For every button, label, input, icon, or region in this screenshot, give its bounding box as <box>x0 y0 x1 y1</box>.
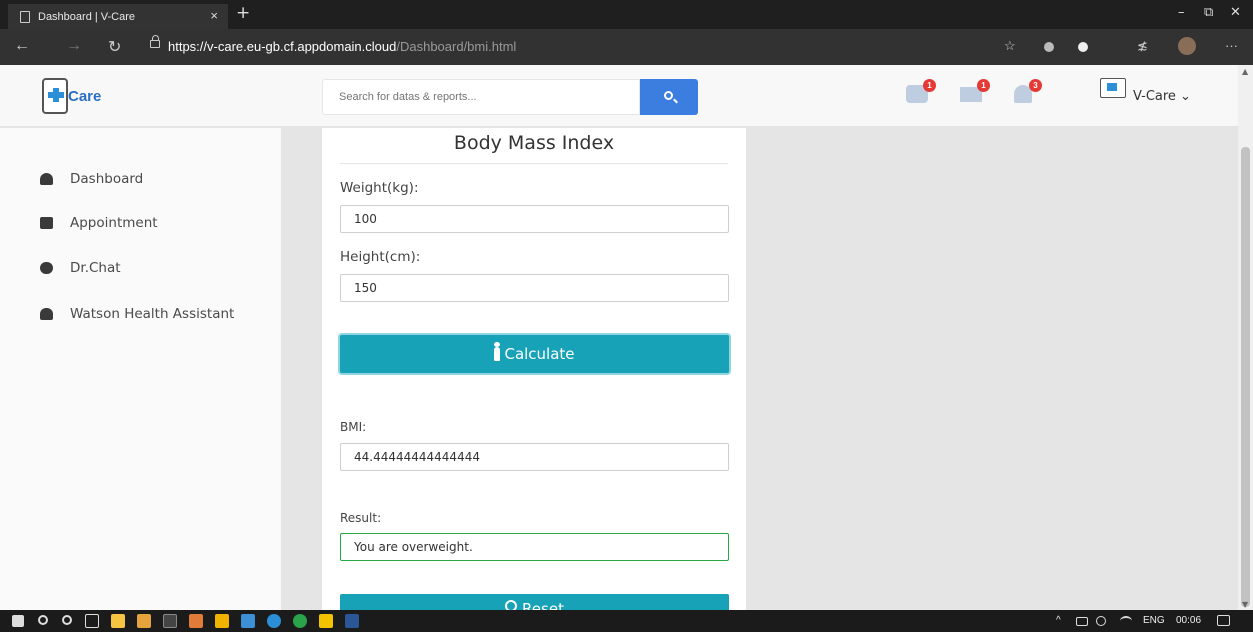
person-icon <box>494 342 501 361</box>
battery-icon[interactable] <box>1076 617 1088 626</box>
page-scrollbar[interactable]: ▲ ▼ <box>1238 65 1253 610</box>
scrollbar-thumb[interactable] <box>1241 147 1250 607</box>
logo-text: Care <box>68 88 102 105</box>
url-path: /Dashboard/bmi.html <box>396 39 517 54</box>
lock-icon <box>150 35 160 48</box>
sidebar: Dashboard Appointment Dr.Chat Watson Hea… <box>0 128 281 610</box>
bmi-output[interactable]: 44.44444444444444 <box>340 443 729 471</box>
minimize-button[interactable]: – <box>1178 5 1185 20</box>
extension-icon[interactable] <box>1044 42 1054 52</box>
browser-tab[interactable]: Dashboard | V-Care × <box>8 4 228 29</box>
bmi-card: Body Mass Index Weight(kg): 100 Height(c… <box>322 128 746 624</box>
cmd-icon[interactable] <box>163 614 177 628</box>
vcare-logo[interactable]: Care <box>40 75 130 120</box>
bmi-label: BMI: <box>340 420 367 434</box>
height-label: Height(cm): <box>340 249 421 265</box>
user-icon <box>40 308 53 320</box>
back-button[interactable]: ← <box>14 37 30 55</box>
app-header: Care 1 1 3 V-Care ⌄ <box>0 65 1238 127</box>
url-field[interactable]: https://v-care.eu-gb.cf.appdomain.cloud/… <box>168 39 516 54</box>
medical-cross-icon <box>48 88 64 102</box>
edge-icon[interactable] <box>267 614 281 628</box>
search-icon <box>664 91 673 100</box>
sidebar-item-label: Watson Health Assistant <box>70 306 235 322</box>
sidebar-item-label: Dr.Chat <box>70 260 121 276</box>
more-menu-icon[interactable]: ··· <box>1225 38 1238 53</box>
word-icon[interactable] <box>345 614 359 628</box>
task-view-icon[interactable] <box>85 614 99 628</box>
sidebar-item-appointment[interactable]: Appointment <box>40 213 158 233</box>
result-label: Result: <box>340 511 382 525</box>
url-host: https://v-care.eu-gb.cf.appdomain.cloud <box>168 39 397 54</box>
sidebar-item-label: Appointment <box>70 215 158 231</box>
calculate-label: Calculate <box>504 345 575 363</box>
browser-profile-avatar[interactable] <box>1178 37 1196 55</box>
page-icon <box>20 10 30 23</box>
profile-menu[interactable]: V-Care ⌄ <box>1133 89 1191 104</box>
tachometer-icon <box>40 173 53 185</box>
favorites-icon[interactable]: ≴ <box>1137 38 1148 54</box>
reload-button[interactable]: ↻ <box>108 37 121 57</box>
search-button[interactable] <box>640 79 698 115</box>
messages-badge: 1 <box>923 79 936 92</box>
notification-center-icon[interactable] <box>1217 615 1230 626</box>
taskbar: ^ ENG 00:06 <box>0 610 1253 632</box>
mail-app-icon[interactable] <box>241 614 255 628</box>
volume-icon[interactable] <box>1096 616 1106 626</box>
favorite-star-icon[interactable]: ☆ <box>1004 38 1016 54</box>
sidebar-item-dashboard[interactable]: Dashboard <box>40 169 143 189</box>
clock[interactable]: 00:06 <box>1176 615 1201 626</box>
chrome-icon[interactable] <box>293 614 307 628</box>
profile-logo-icon[interactable] <box>1100 78 1126 98</box>
close-tab-icon[interactable]: × <box>210 8 218 23</box>
cortana-icon[interactable] <box>62 615 72 625</box>
search-taskbar-icon[interactable] <box>38 615 48 625</box>
scroll-up-arrow-icon[interactable]: ▲ <box>1242 67 1248 76</box>
calculate-button[interactable]: Calculate <box>340 335 729 373</box>
file-explorer-icon[interactable] <box>215 614 229 628</box>
page-title: Body Mass Index <box>340 132 728 164</box>
forward-button[interactable]: → <box>66 37 82 55</box>
sidebar-item-dr-chat[interactable]: Dr.Chat <box>40 258 121 278</box>
search-input[interactable] <box>322 79 640 115</box>
new-tab-button[interactable]: + <box>236 3 250 23</box>
wifi-icon[interactable] <box>1120 616 1132 626</box>
sticky-notes-icon[interactable] <box>319 614 333 628</box>
scroll-down-arrow-icon[interactable]: ▼ <box>1242 600 1248 609</box>
chat-icon <box>40 262 53 274</box>
weight-input[interactable]: 100 <box>340 205 729 233</box>
restore-button[interactable]: ⧉ <box>1204 5 1213 20</box>
calendar-icon <box>40 217 53 229</box>
sidebar-item-label: Dashboard <box>70 171 144 187</box>
sublime-icon[interactable] <box>137 614 151 628</box>
xampp-icon[interactable] <box>189 614 203 628</box>
address-bar: ← → ↻ https://v-care.eu-gb.cf.appdomain.… <box>0 29 1253 65</box>
height-input[interactable]: 150 <box>340 274 729 302</box>
browser-tab-bar: Dashboard | V-Care × + – ⧉ ✕ <box>0 0 1253 29</box>
mail-badge: 1 <box>977 79 990 92</box>
sidebar-item-watson[interactable]: Watson Health Assistant <box>40 304 234 324</box>
weight-label: Weight(kg): <box>340 180 419 196</box>
extension-icon-2[interactable] <box>1078 42 1088 52</box>
tray-chevron-icon[interactable]: ^ <box>1056 615 1061 626</box>
tab-title: Dashboard | V-Care <box>38 10 136 23</box>
notifications-badge: 3 <box>1029 79 1042 92</box>
result-output[interactable]: You are overweight. <box>340 533 729 561</box>
store-icon[interactable] <box>111 614 125 628</box>
language-indicator[interactable]: ENG <box>1143 615 1165 626</box>
windows-start-icon[interactable] <box>12 615 24 627</box>
close-window-button[interactable]: ✕ <box>1230 5 1241 20</box>
